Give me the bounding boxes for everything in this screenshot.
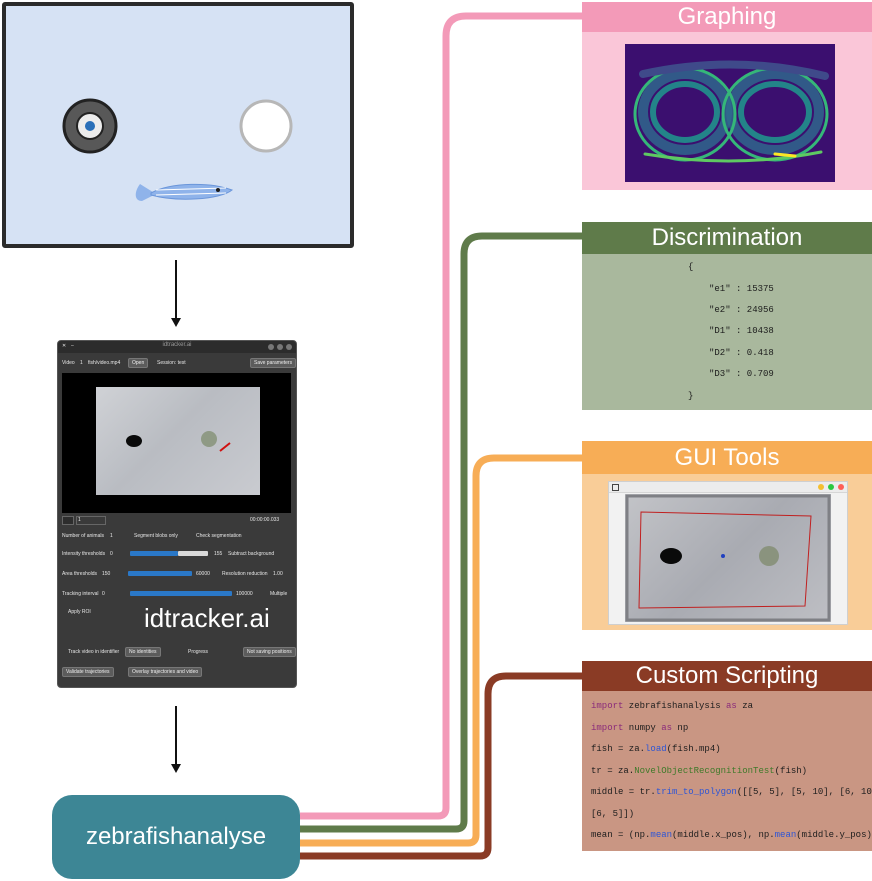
- intensity-slider[interactable]: [130, 551, 178, 556]
- save-parameters-button[interactable]: Save parameters: [250, 358, 296, 368]
- custom-scripting-title: Custom Scripting: [582, 661, 872, 691]
- gui-tool-image: [625, 494, 831, 622]
- json-line-d1: "D1" : 10438: [709, 326, 774, 336]
- familiar-object-icon: [239, 99, 293, 153]
- discrimination-panel: Discrimination { "e1" : 15375 "e2" : 249…: [582, 222, 872, 410]
- code-line-4: tr = za.NovelObjectRecognitionTest(fish): [591, 766, 808, 776]
- tracking-start[interactable]: 0: [102, 591, 105, 597]
- resolution-value[interactable]: 1.00: [273, 571, 283, 577]
- light-object: [201, 431, 217, 447]
- n-animals-value[interactable]: 1: [110, 533, 113, 539]
- idtracker-titlebar: ✕ – idtracker.ai: [58, 341, 296, 353]
- intensity-high[interactable]: 155: [214, 551, 222, 557]
- area-low[interactable]: 150: [102, 571, 110, 577]
- arrow-down-1: [175, 260, 177, 320]
- tracking-slider[interactable]: [130, 591, 232, 596]
- json-line-open: {: [688, 262, 694, 272]
- track-label: Track video in identifier: [68, 649, 120, 655]
- discrimination-body: { "e1" : 15375 "e2" : 24956 "D1" : 10438…: [582, 254, 872, 410]
- idtracker-brand: idtracker.ai: [144, 603, 270, 633]
- arrow-down-2: [175, 706, 177, 766]
- no-identities-button[interactable]: No identities: [125, 647, 161, 657]
- arrowhead-1: [171, 318, 181, 327]
- window-button-3[interactable]: [286, 344, 292, 350]
- grid-icon[interactable]: [612, 484, 619, 491]
- tracking-label: Tracking interval: [62, 591, 99, 597]
- area-slider[interactable]: [128, 571, 192, 576]
- session-label: Session: test: [157, 360, 186, 366]
- area-label: Area thresholds: [62, 571, 98, 577]
- discrimination-title: Discrimination: [582, 222, 872, 254]
- area-high[interactable]: 60000: [196, 571, 210, 577]
- roi-label[interactable]: Apply ROI: [68, 609, 91, 615]
- resolution-label: Resolution reduction: [222, 571, 268, 577]
- json-line-d2: "D2" : 0.418: [709, 348, 774, 358]
- window-button-2[interactable]: [277, 344, 283, 350]
- save-positions-button[interactable]: Not saving positions: [243, 647, 296, 657]
- gui-tool-window: [608, 481, 848, 625]
- intensity-label: Intensity thresholds: [62, 551, 106, 557]
- window-red-button[interactable]: [838, 484, 844, 490]
- subtract-bg-label[interactable]: Subtract background: [228, 551, 274, 557]
- frame-slider-left[interactable]: [62, 516, 74, 525]
- trajectory-heatmap: [625, 44, 835, 182]
- video-preview: [62, 373, 291, 513]
- connector-gui: [300, 454, 582, 847]
- gui-tool-titlebar: [609, 482, 847, 493]
- light-object: [759, 546, 779, 566]
- validate-trajectories-button[interactable]: Validate trajectories: [62, 667, 114, 677]
- window-yellow-button[interactable]: [818, 484, 824, 490]
- json-line-e1: "e1" : 15375: [709, 284, 774, 294]
- video-label: Video: [62, 360, 75, 366]
- connector-discrimination: [300, 232, 582, 833]
- video-file: fish/video.mp4: [88, 360, 121, 366]
- intensity-slider-track[interactable]: [178, 551, 208, 556]
- code-line-7: mean = (np.mean(middle.x_pos), np.mean(m…: [591, 830, 872, 840]
- arena-drawing: [62, 98, 293, 201]
- novel-object-icon: [62, 98, 118, 154]
- n-animals-label: Number of animals: [62, 533, 104, 539]
- video-count: 1: [80, 360, 83, 366]
- code-line-3: fish = za.load(fish.mp4): [591, 744, 721, 754]
- custom-scripting-panel: Custom Scripting import zebrafishanalysi…: [582, 661, 872, 851]
- code-line-1: import zebrafishanalysis as za: [591, 701, 754, 711]
- tank-frame: [96, 387, 260, 495]
- frame-spinner[interactable]: [76, 516, 106, 525]
- multiple-label[interactable]: Multiple: [270, 591, 287, 597]
- progress-label: Progress: [188, 649, 209, 655]
- dark-object: [660, 548, 682, 564]
- json-line-e2: "e2" : 24956: [709, 305, 774, 315]
- arrowhead-2: [171, 764, 181, 773]
- fish-marker: [219, 442, 231, 452]
- window-green-button[interactable]: [828, 484, 834, 490]
- code-line-5: middle = tr.trim_to_polygon([[5, 5], [5,…: [591, 787, 872, 797]
- gui-tools-body: [582, 474, 872, 630]
- code-line-6: [6, 5]]): [591, 809, 635, 819]
- dark-object: [126, 435, 142, 447]
- arena-illustration: [2, 2, 354, 248]
- open-button[interactable]: Open: [128, 358, 149, 368]
- custom-scripting-body: import zebrafishanalysis as za import nu…: [582, 691, 872, 851]
- check-segmentation-label[interactable]: Check segmentation: [196, 533, 242, 539]
- idtracker-window: ✕ – idtracker.ai Video 1 fish/video.mp4 …: [57, 340, 297, 688]
- intensity-low[interactable]: 0: [110, 551, 113, 557]
- zebrafish-icon: [135, 183, 233, 201]
- graphing-panel: Graphing: [582, 2, 872, 190]
- graphing-body: [582, 32, 872, 190]
- tracking-end[interactable]: 100000: [236, 591, 253, 597]
- gui-tools-title: GUI Tools: [582, 441, 872, 474]
- window-title: idtracker.ai: [162, 342, 192, 348]
- timecode: 00:00:00.033: [250, 517, 280, 523]
- json-line-d3: "D3" : 0.709: [709, 369, 774, 379]
- code-line-2: import numpy as np: [591, 723, 689, 733]
- window-button-1[interactable]: [268, 344, 274, 350]
- segment-label[interactable]: Segment blobs only: [134, 533, 178, 539]
- zebrafishanalyse-box: zebrafishanalyse: [52, 795, 300, 879]
- gui-tools-panel: GUI Tools: [582, 441, 872, 630]
- json-line-close: }: [688, 391, 694, 401]
- fish-point: [721, 554, 725, 558]
- overlay-trajectories-button[interactable]: Overlay trajectories and video: [128, 667, 203, 677]
- graphing-title: Graphing: [582, 2, 872, 32]
